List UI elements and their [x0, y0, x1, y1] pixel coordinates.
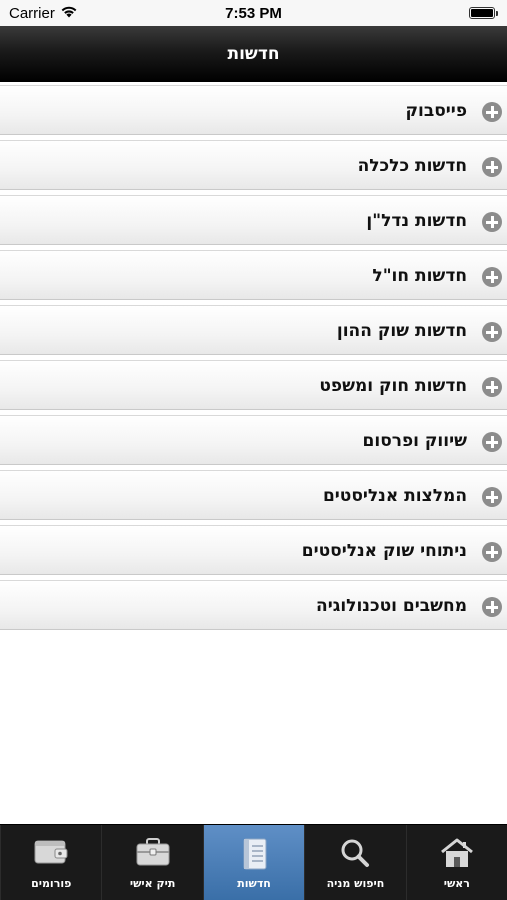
category-item-facebook[interactable]: פייסבוק	[0, 85, 507, 135]
category-item-world[interactable]: חדשות חו"ל	[0, 250, 507, 300]
category-list: פייסבוק חדשות כלכלה חדשות נדל"ן חדשות חו…	[0, 85, 507, 635]
tab-label: פורומים	[31, 877, 72, 890]
plus-icon[interactable]	[482, 267, 502, 287]
plus-icon[interactable]	[482, 102, 502, 122]
tab-home[interactable]: ראשי	[405, 825, 507, 900]
magnifier-icon	[337, 837, 373, 873]
home-icon	[439, 837, 475, 873]
tab-bar: פורומים תיק אישי חדשות חיפוש מניה ראשי	[0, 824, 507, 900]
tab-portfolio[interactable]: תיק אישי	[101, 825, 202, 900]
tab-news[interactable]: חדשות	[202, 825, 305, 900]
battery-level	[471, 9, 493, 17]
category-label: חדשות חו"ל	[372, 266, 467, 286]
category-label: שיווק ופרסום	[362, 431, 467, 451]
category-item-economy[interactable]: חדשות כלכלה	[0, 140, 507, 190]
category-item-analyst-reviews[interactable]: ניתוחי שוק אנליסטים	[0, 525, 507, 575]
tab-label: חדשות	[237, 877, 271, 890]
plus-icon[interactable]	[482, 542, 502, 562]
tab-stock-search[interactable]: חיפוש מניה	[304, 825, 405, 900]
plus-icon[interactable]	[482, 212, 502, 232]
category-label: חדשות חוק ומשפט	[319, 376, 467, 396]
tab-label: תיק אישי	[129, 877, 176, 890]
category-item-analyst-recommendations[interactable]: המלצות אנליסטים	[0, 470, 507, 520]
category-item-marketing[interactable]: שיווק ופרסום	[0, 415, 507, 465]
plus-icon[interactable]	[482, 597, 502, 617]
category-label: המלצות אנליסטים	[322, 486, 467, 506]
category-label: מחשבים וטכנולוגיה	[316, 596, 467, 616]
plus-icon[interactable]	[482, 377, 502, 397]
tab-label: חיפוש מניה	[326, 877, 385, 890]
category-label: פייסבוק	[405, 101, 467, 121]
notebook-icon	[236, 837, 272, 873]
wallet-icon	[33, 837, 69, 873]
tab-forums[interactable]: פורומים	[0, 825, 101, 900]
category-item-law[interactable]: חדשות חוק ומשפט	[0, 360, 507, 410]
category-label: חדשות כלכלה	[357, 156, 467, 176]
category-item-capital-market[interactable]: חדשות שוק ההון	[0, 305, 507, 355]
page-title: חדשות	[227, 44, 280, 64]
plus-icon[interactable]	[482, 322, 502, 342]
plus-icon[interactable]	[482, 432, 502, 452]
status-bar: Carrier 7:53 PM	[0, 0, 507, 26]
plus-icon[interactable]	[482, 157, 502, 177]
nav-header: חדשות	[0, 26, 507, 82]
category-label: חדשות נדל"ן	[366, 211, 467, 231]
battery-icon	[469, 7, 498, 19]
category-item-technology[interactable]: מחשבים וטכנולוגיה	[0, 580, 507, 630]
status-time: 7:53 PM	[225, 5, 282, 22]
briefcase-icon	[135, 837, 171, 873]
tab-label: ראשי	[443, 877, 470, 890]
plus-icon[interactable]	[482, 487, 502, 507]
category-item-real-estate[interactable]: חדשות נדל"ן	[0, 195, 507, 245]
category-label: חדשות שוק ההון	[336, 321, 467, 341]
category-label: ניתוחי שוק אנליסטים	[301, 541, 467, 561]
